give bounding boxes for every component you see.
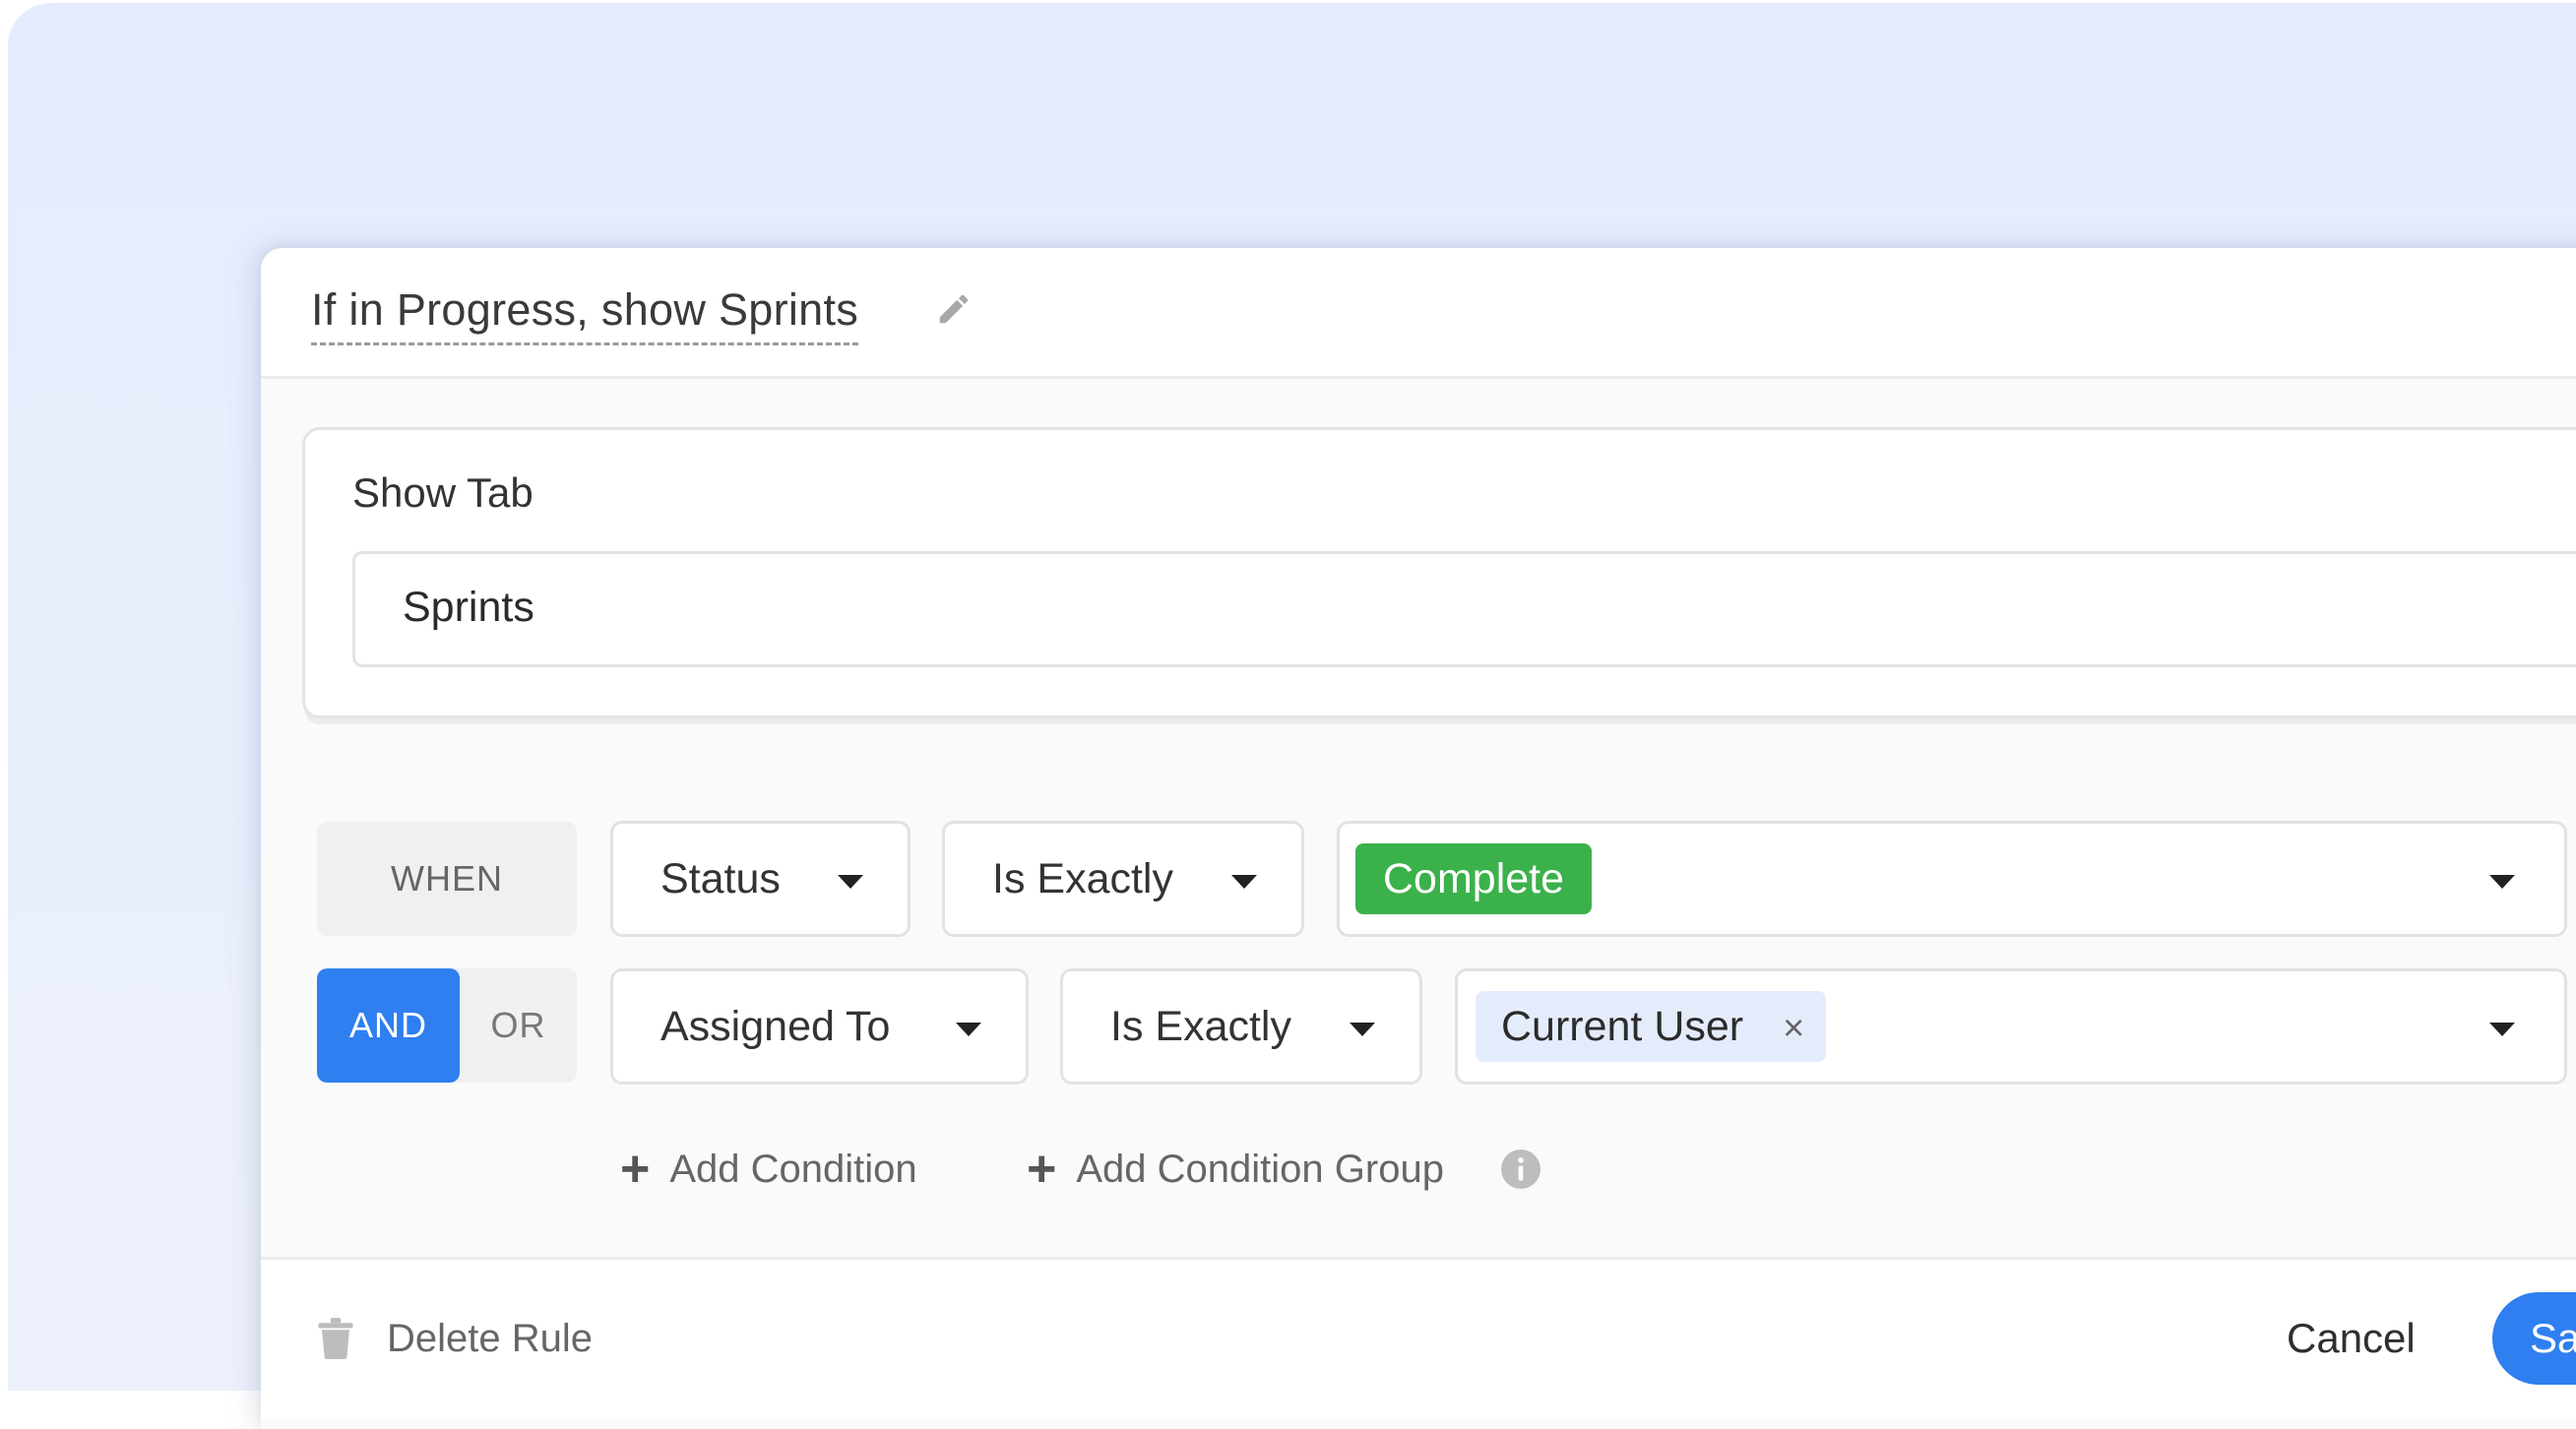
delete-rule-label: Delete Rule — [387, 1317, 594, 1360]
add-condition-group-label: Add Condition Group — [1076, 1148, 1444, 1191]
when-connector: WHEN — [317, 822, 577, 936]
status-tag-complete: Complete — [1355, 843, 1593, 914]
add-condition-label: Add Condition — [669, 1148, 917, 1191]
operator-select-row2-label: Is Exactly — [1110, 1003, 1291, 1050]
trash-icon — [318, 1318, 353, 1359]
field-select-status-label: Status — [660, 855, 781, 902]
close-icon[interactable]: × — [1783, 993, 1804, 1064]
modal-footer: Delete Rule Cancel Save — [261, 1257, 2576, 1417]
operator-select-row2[interactable]: Is Exactly — [1060, 968, 1422, 1085]
save-button-label: Save — [2530, 1315, 2576, 1361]
chevron-down-icon — [956, 1023, 981, 1036]
chevron-down-icon — [1231, 875, 1257, 889]
cancel-button[interactable]: Cancel — [2287, 1311, 2416, 1366]
delete-rule-button[interactable]: Delete Rule — [318, 1311, 593, 1366]
add-condition-group-button[interactable]: + Add Condition Group — [1027, 1142, 1444, 1197]
plus-icon: + — [1027, 1141, 1057, 1198]
pencil-icon[interactable] — [935, 290, 973, 328]
user-tag-current-user: Current User × — [1476, 991, 1827, 1064]
info-icon[interactable] — [1501, 1149, 1540, 1189]
add-condition-button[interactable]: + Add Condition — [620, 1142, 917, 1197]
field-select-status-box[interactable]: Status — [610, 821, 911, 937]
show-tab-select[interactable]: Sprints — [352, 551, 2576, 667]
and-or-toggle: AND OR — [317, 968, 577, 1083]
field-select-row2-label: Assigned To — [660, 1003, 891, 1050]
value-select-row1[interactable]: Complete — [1337, 821, 2567, 937]
field-select-row2[interactable]: Assigned To — [610, 968, 1029, 1085]
chevron-down-icon — [838, 875, 863, 889]
operator-select-row1[interactable]: Is Exactly — [942, 821, 1304, 937]
rule-title[interactable]: If in Progress, show Sprints — [311, 283, 859, 345]
show-tab-label: Show Tab — [352, 469, 534, 516]
show-tab-card: Show Tab Sprints — [302, 427, 2576, 718]
user-tag-label: Current User — [1501, 1003, 1744, 1050]
and-button[interactable]: AND — [317, 968, 460, 1083]
plus-icon: + — [620, 1141, 651, 1198]
chevron-down-icon — [2489, 1023, 2515, 1036]
save-button[interactable]: Save — [2492, 1292, 2576, 1385]
modal-header: If in Progress, show Sprints — [261, 248, 2576, 379]
operator-select-row1-label: Is Exactly — [992, 855, 1173, 902]
value-select-row2[interactable]: Current User × — [1455, 968, 2567, 1085]
chevron-down-icon — [2489, 875, 2515, 889]
chevron-down-icon — [1350, 1023, 1375, 1036]
show-tab-selected-value: Sprints — [403, 584, 534, 631]
or-button[interactable]: OR — [460, 968, 577, 1083]
